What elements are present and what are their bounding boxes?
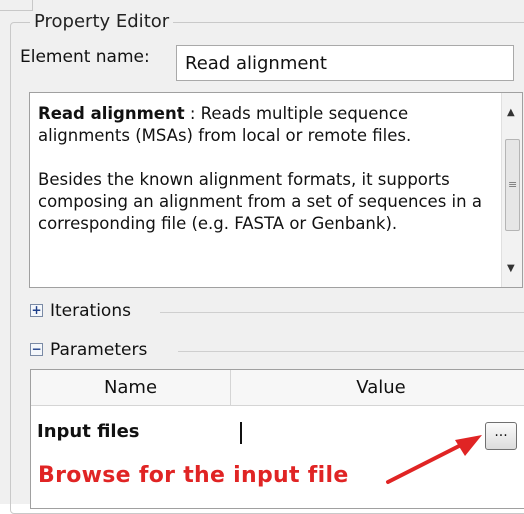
property-editor-panel: Property Editor Element name: Read align… bbox=[0, 0, 524, 514]
red-arrow-icon bbox=[386, 435, 482, 484]
